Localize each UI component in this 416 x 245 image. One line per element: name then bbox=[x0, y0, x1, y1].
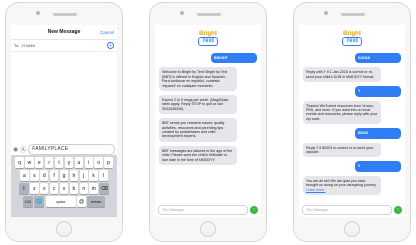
chat-input-bar: Text Message ↑ bbox=[302, 204, 402, 215]
backspace-key[interactable]: ⌫ bbox=[99, 183, 110, 194]
key-g[interactable]: g bbox=[59, 170, 69, 181]
speaker bbox=[341, 13, 365, 16]
keyboard-row-4: 123 🌐 space @ return bbox=[12, 196, 116, 207]
message-input[interactable]: Text Message bbox=[302, 204, 392, 215]
key-d[interactable]: d bbox=[40, 170, 49, 181]
brand-word-text: Text bbox=[198, 36, 218, 46]
chat-thread: BRIGHT Welcome to Bright by Text! Bright… bbox=[155, 51, 261, 171]
home-button[interactable] bbox=[56, 221, 72, 237]
brand-word-bright: Bright bbox=[199, 30, 217, 37]
screen: Bright Text 010118 Reply with Y if 1-Jan… bbox=[299, 25, 405, 217]
keyboard-row-1: qwertyuiop bbox=[12, 157, 116, 168]
phone-setup-chat: Bright Text 010118 Reply with Y if 1-Jan… bbox=[293, 2, 411, 242]
phone-welcome-chat: Bright Text BRIGHT Welcome to Bright by … bbox=[149, 2, 267, 242]
brand-word-bright: Bright bbox=[343, 30, 361, 37]
outgoing-message: Y bbox=[355, 86, 401, 97]
incoming-message: Reply Y if 80203 is correct or re-send y… bbox=[303, 142, 381, 158]
message-input[interactable]: FAMILYPLACE bbox=[28, 143, 115, 155]
screen: New Message Cancel To: 274448 + ◉ Ⓐ FAMI… bbox=[11, 25, 117, 217]
key-v[interactable]: v bbox=[59, 183, 69, 194]
phone-top-bar bbox=[150, 8, 266, 22]
incoming-message: Thanks! We'll send resources from Vroom,… bbox=[303, 100, 381, 125]
at-key[interactable]: @ bbox=[77, 196, 86, 207]
key-z[interactable]: z bbox=[30, 183, 39, 194]
camera-dot bbox=[180, 11, 184, 15]
brand-logo: Bright Text bbox=[155, 25, 261, 51]
globe-key[interactable]: 🌐 bbox=[34, 196, 45, 207]
key-w[interactable]: w bbox=[25, 157, 34, 168]
incoming-message: Welcome to Bright by Text! Bright by Tex… bbox=[159, 67, 237, 92]
key-q[interactable]: q bbox=[15, 157, 24, 168]
keyboard-row-3: ⇧ z x c v b n m ⌫ bbox=[12, 183, 116, 194]
phone-new-message: New Message Cancel To: 274448 + ◉ Ⓐ FAMI… bbox=[5, 2, 123, 242]
key-t[interactable]: t bbox=[54, 157, 64, 168]
key-m[interactable]: m bbox=[89, 183, 98, 194]
incoming-message: BBT messages are tailored to the age of … bbox=[159, 145, 237, 166]
page-title: New Message bbox=[47, 29, 81, 35]
home-button[interactable] bbox=[344, 221, 360, 237]
key-p[interactable]: p bbox=[104, 157, 113, 168]
key-x[interactable]: x bbox=[40, 183, 49, 194]
key-u[interactable]: u bbox=[74, 157, 84, 168]
keyboard-row-2: asdfghjkl bbox=[12, 170, 116, 181]
screen: Bright Text BRIGHT Welcome to Bright by … bbox=[155, 25, 261, 217]
phone-top-bar bbox=[6, 8, 122, 22]
send-icon[interactable]: ↑ bbox=[250, 205, 258, 214]
message-text: You are all set! We are glad you have br… bbox=[306, 178, 377, 188]
chat-input-bar: Text Message ↑ bbox=[158, 204, 258, 215]
keyboard: qwertyuiop asdfghjkl ⇧ z x c v b n m ⌫ 123 🌐 sp… bbox=[11, 155, 117, 217]
incoming-message: BBT sends you research based, quality ac… bbox=[159, 118, 237, 142]
key-l[interactable]: l bbox=[99, 170, 108, 181]
camera-dot bbox=[36, 11, 40, 15]
home-button[interactable] bbox=[200, 221, 216, 237]
return-key[interactable]: return bbox=[87, 196, 106, 207]
outgoing-message: 80203 bbox=[355, 128, 401, 139]
incoming-message: Reply with Y if 1-Jan-2018 is correct or… bbox=[303, 67, 381, 83]
plus-circle-icon[interactable]: + bbox=[107, 42, 114, 49]
key-y[interactable]: y bbox=[64, 157, 74, 168]
incoming-message: Expect 2 to 5 msgs per week. (Msg&Data r… bbox=[159, 95, 237, 115]
key-r[interactable]: r bbox=[44, 157, 54, 168]
speaker bbox=[53, 13, 77, 16]
key-k[interactable]: k bbox=[89, 170, 98, 181]
camera-dot bbox=[324, 11, 328, 15]
learn-more-link[interactable]: Learn more. bbox=[306, 188, 325, 192]
brand-logo: Bright Text bbox=[299, 25, 405, 51]
message-input[interactable]: Text Message bbox=[158, 204, 248, 215]
key-c[interactable]: c bbox=[49, 183, 59, 194]
key-a[interactable]: a bbox=[20, 170, 29, 181]
key-e[interactable]: e bbox=[35, 157, 44, 168]
incoming-message: You are all set! We are glad you have br… bbox=[303, 175, 381, 196]
key-n[interactable]: n bbox=[79, 183, 88, 194]
recipient-number: 274448 bbox=[21, 43, 35, 48]
recipient-row[interactable]: To: 274448 + bbox=[11, 40, 117, 52]
camera-icon[interactable]: ◉ bbox=[13, 146, 18, 153]
key-f[interactable]: f bbox=[49, 170, 59, 181]
space-key[interactable]: space bbox=[45, 196, 76, 207]
to-label: To: bbox=[14, 43, 20, 48]
nav-bar: New Message Cancel bbox=[11, 25, 117, 40]
key-o[interactable]: o bbox=[94, 157, 103, 168]
shift-key[interactable]: ⇧ bbox=[18, 183, 29, 194]
chat-thread: 010118 Reply with Y if 1-Jan-2018 is cor… bbox=[299, 51, 405, 201]
key-h[interactable]: h bbox=[69, 170, 79, 181]
send-icon[interactable]: ↑ bbox=[394, 205, 402, 214]
outgoing-message: BRIGHT bbox=[211, 53, 257, 64]
outgoing-message: Y bbox=[355, 161, 401, 172]
numbers-key[interactable]: 123 bbox=[22, 196, 33, 207]
key-s[interactable]: s bbox=[30, 170, 39, 181]
key-j[interactable]: j bbox=[79, 170, 88, 181]
phone-top-bar bbox=[294, 8, 410, 22]
compose-bar: ◉ Ⓐ FAMILYPLACE bbox=[11, 143, 117, 155]
brand-word-text: Text bbox=[342, 36, 362, 46]
key-i[interactable]: i bbox=[84, 157, 93, 168]
appstore-icon[interactable]: Ⓐ bbox=[20, 145, 26, 154]
key-b[interactable]: b bbox=[69, 183, 79, 194]
cancel-button[interactable]: Cancel bbox=[100, 30, 114, 35]
outgoing-message: 010118 bbox=[355, 53, 401, 64]
speaker bbox=[197, 13, 221, 16]
